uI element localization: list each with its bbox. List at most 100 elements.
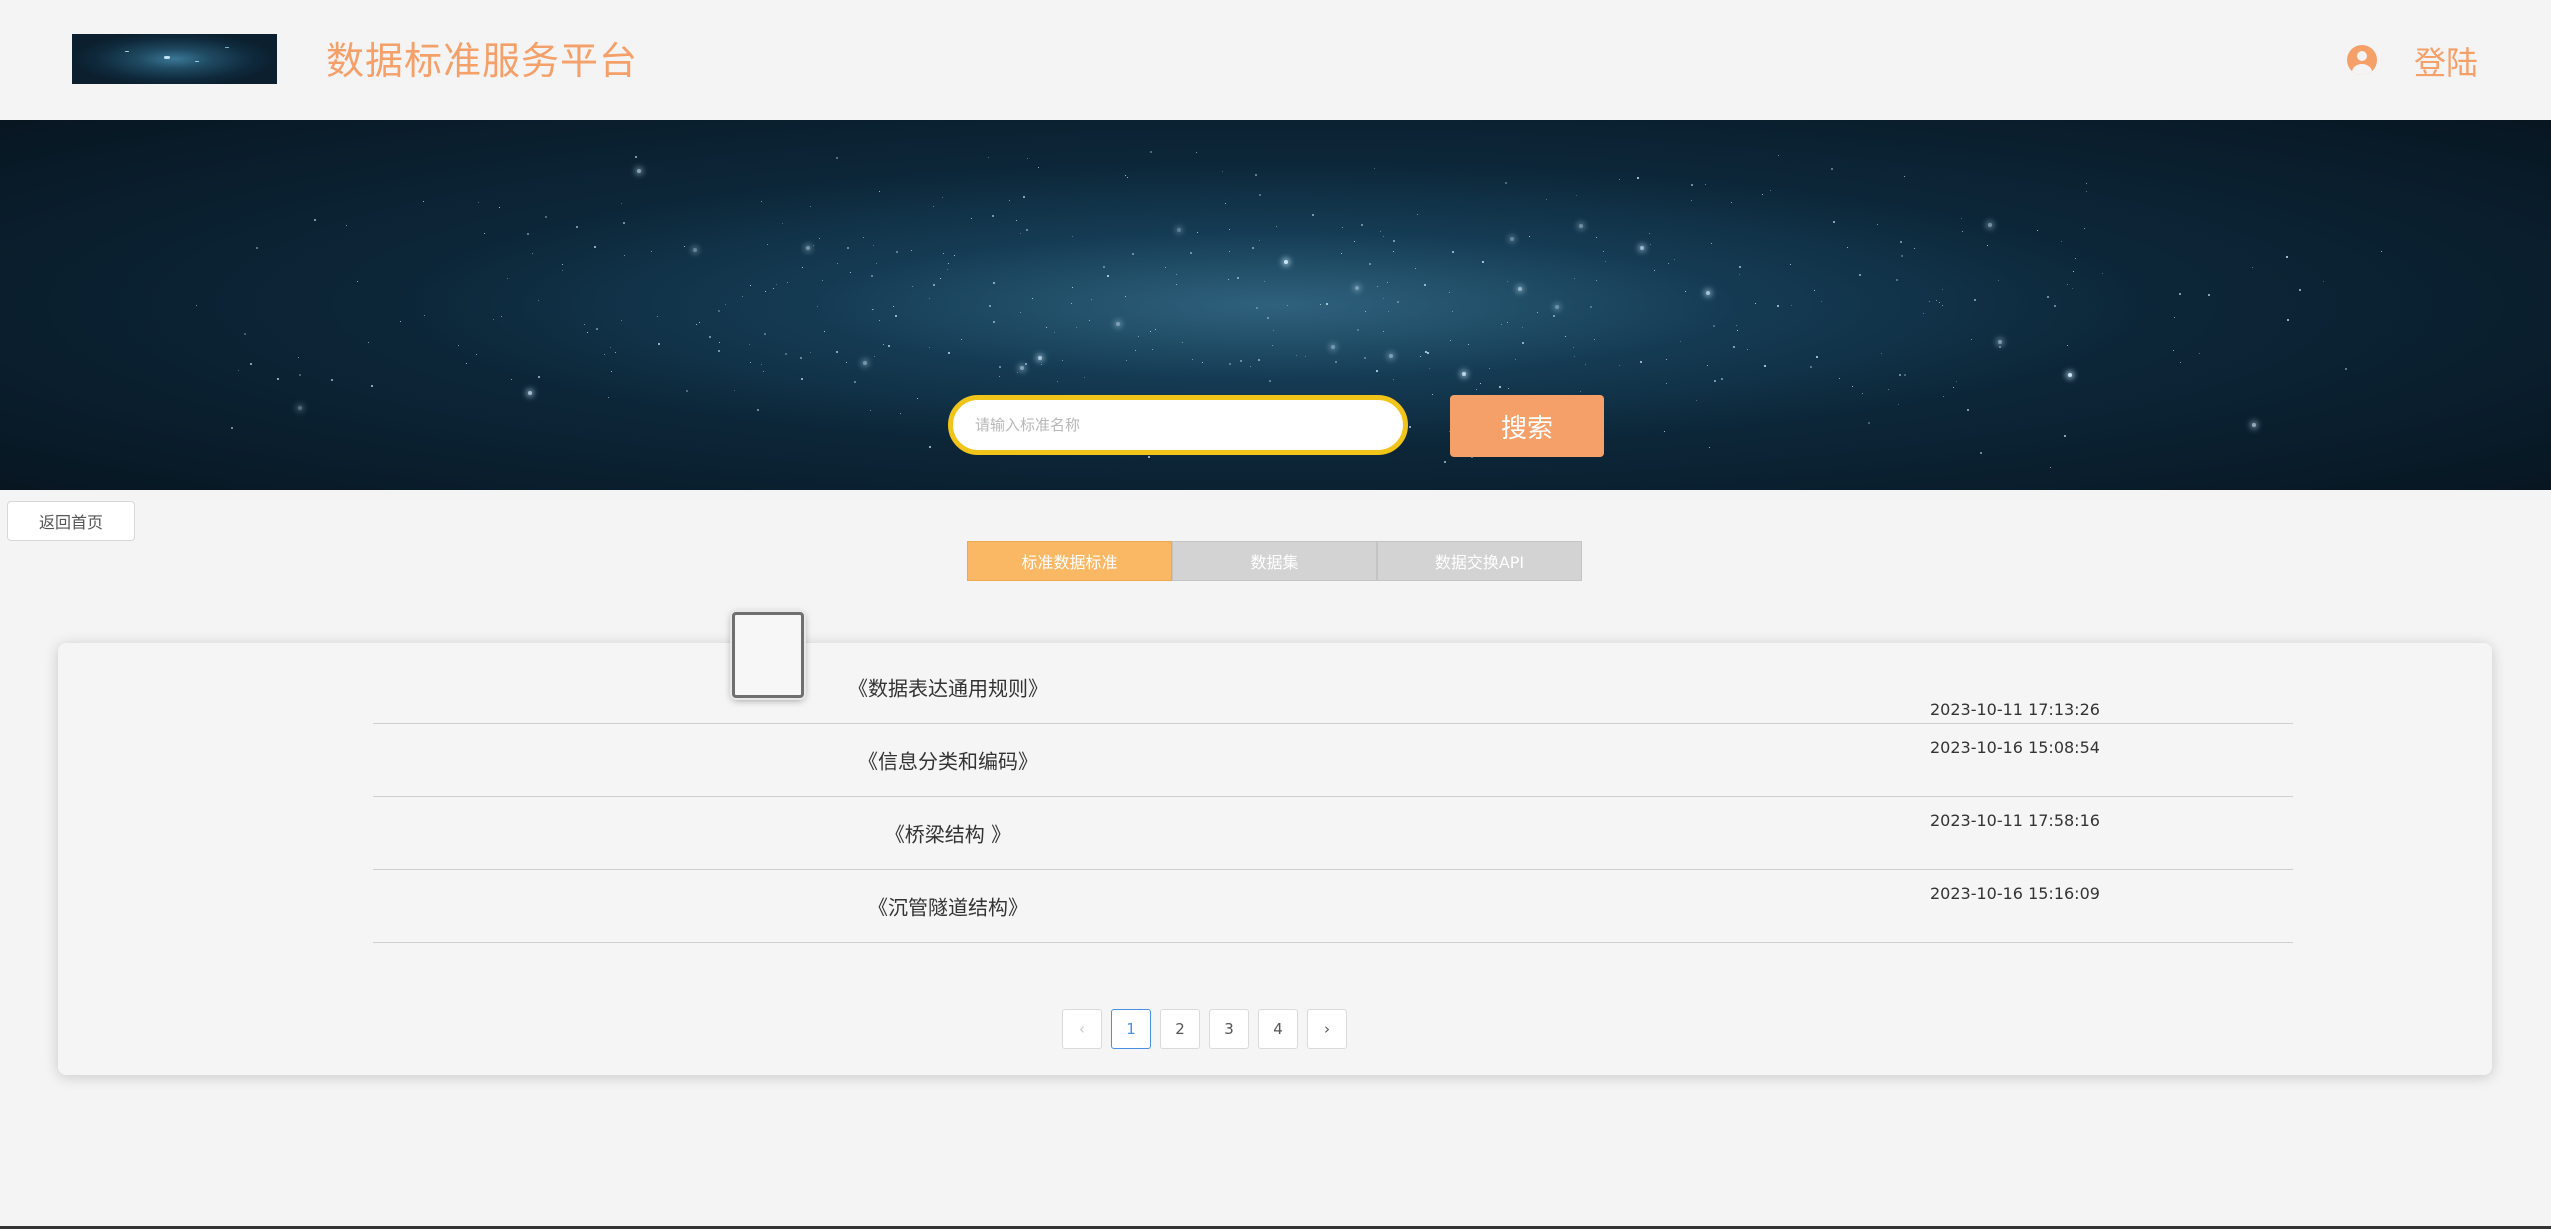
star: [749, 344, 751, 346]
star: [1023, 196, 1026, 199]
page-3-button[interactable]: 3: [1209, 1009, 1249, 1049]
star: [1941, 288, 1943, 290]
star: [2198, 353, 2200, 355]
star: [686, 390, 689, 392]
star: [527, 390, 532, 395]
star: [1177, 227, 1182, 232]
star: [1507, 388, 1509, 390]
header: 数据标准服务平台 登陆: [0, 0, 2551, 120]
star: [346, 224, 348, 226]
star: [1739, 273, 1741, 275]
star: [1522, 341, 1525, 344]
star: [298, 374, 301, 377]
star: [230, 426, 233, 429]
star: [895, 250, 898, 253]
star: [1510, 236, 1515, 241]
user-circle-icon[interactable]: [2347, 45, 2377, 75]
login-link[interactable]: 登陆: [2414, 38, 2478, 84]
tab-data-exchange-api[interactable]: 数据交换API: [1377, 541, 1582, 581]
star: [693, 247, 698, 252]
star: [2179, 361, 2181, 363]
star: [537, 375, 540, 378]
star: [1147, 456, 1150, 459]
tab-datasets[interactable]: 数据集: [1172, 541, 1377, 581]
star: [1498, 386, 1501, 388]
star: [1341, 252, 1343, 254]
tab-standard-data[interactable]: 标准数据标准: [967, 541, 1172, 581]
list-item-title[interactable]: 《数据表达通用规则》: [373, 673, 1523, 702]
page-1-button[interactable]: 1: [1111, 1009, 1151, 1049]
star: [1151, 348, 1153, 350]
star: [1393, 251, 1395, 253]
star: [1604, 261, 1606, 263]
star: [847, 247, 850, 250]
list-item[interactable]: 《信息分类和编码》 2023-10-16 15:08:54: [373, 724, 2293, 797]
logo[interactable]: [72, 34, 277, 84]
star: [1489, 368, 1491, 370]
next-page-button[interactable]: ›: [1307, 1009, 1347, 1049]
star: [1595, 280, 1597, 282]
star: [781, 223, 783, 225]
star: [243, 332, 246, 335]
star: [773, 287, 775, 289]
star: [498, 207, 500, 209]
star: [846, 361, 848, 363]
star: [1770, 190, 1772, 192]
list-item-title[interactable]: 《信息分类和编码》: [373, 746, 1523, 775]
star: [2067, 283, 2069, 285]
star: [1482, 260, 1485, 263]
star: [1154, 328, 1156, 330]
search-input[interactable]: [975, 410, 1385, 440]
star: [1696, 399, 1698, 401]
list-item-title[interactable]: 《桥梁结构 》: [373, 819, 1523, 848]
star: [1341, 227, 1343, 229]
list-item-title[interactable]: 《沉管隧道结构》: [373, 892, 1523, 921]
star: [1636, 176, 1639, 179]
star: [872, 309, 874, 311]
page-2-button[interactable]: 2: [1160, 1009, 1200, 1049]
page-4-button[interactable]: 4: [1258, 1009, 1298, 1049]
site-title: 数据标准服务平台: [326, 39, 639, 83]
star: [1229, 229, 1231, 231]
star: [928, 445, 931, 448]
star: [947, 262, 949, 264]
star: [1997, 339, 2002, 344]
list-item[interactable]: 《桥梁结构 》 2023-10-11 17:58:16: [373, 797, 2293, 870]
star: [511, 379, 513, 381]
star: [1899, 374, 1902, 377]
star: [526, 232, 529, 235]
list-item[interactable]: 《沉管隧道结构》 2023-10-16 15:16:09: [373, 870, 2293, 943]
star: [620, 203, 622, 205]
star: [801, 267, 803, 269]
star: [1392, 239, 1395, 242]
star: [1388, 311, 1390, 313]
star: [1847, 247, 1849, 249]
back-home-button[interactable]: 返回首页: [7, 501, 135, 541]
star: [1354, 241, 1356, 243]
selection-checkbox[interactable]: [732, 612, 804, 698]
prev-page-button[interactable]: ‹: [1062, 1009, 1102, 1049]
star: [1107, 275, 1110, 278]
star: [370, 385, 373, 388]
star: [2037, 230, 2039, 232]
search-button[interactable]: 搜索: [1450, 395, 1604, 457]
star: [1116, 322, 1121, 327]
star: [836, 263, 838, 265]
star: [893, 305, 895, 307]
star: [1377, 286, 1379, 288]
star: [1189, 251, 1192, 254]
star: [1986, 245, 1988, 247]
search-box[interactable]: [948, 395, 1408, 455]
star: [2061, 240, 2063, 242]
star: [1578, 223, 1583, 228]
star: [895, 315, 898, 318]
star: [635, 155, 637, 158]
star: [1026, 157, 1028, 159]
star: [1335, 361, 1338, 364]
list-item-date: 2023-10-16 15:08:54: [1930, 738, 2100, 757]
star: [1393, 378, 1395, 380]
star: [1360, 223, 1363, 226]
list-item[interactable]: 《数据表达通用规则》 2023-10-11 17:13:26: [373, 651, 2293, 724]
star: [1876, 223, 1878, 225]
star: [2066, 344, 2068, 346]
